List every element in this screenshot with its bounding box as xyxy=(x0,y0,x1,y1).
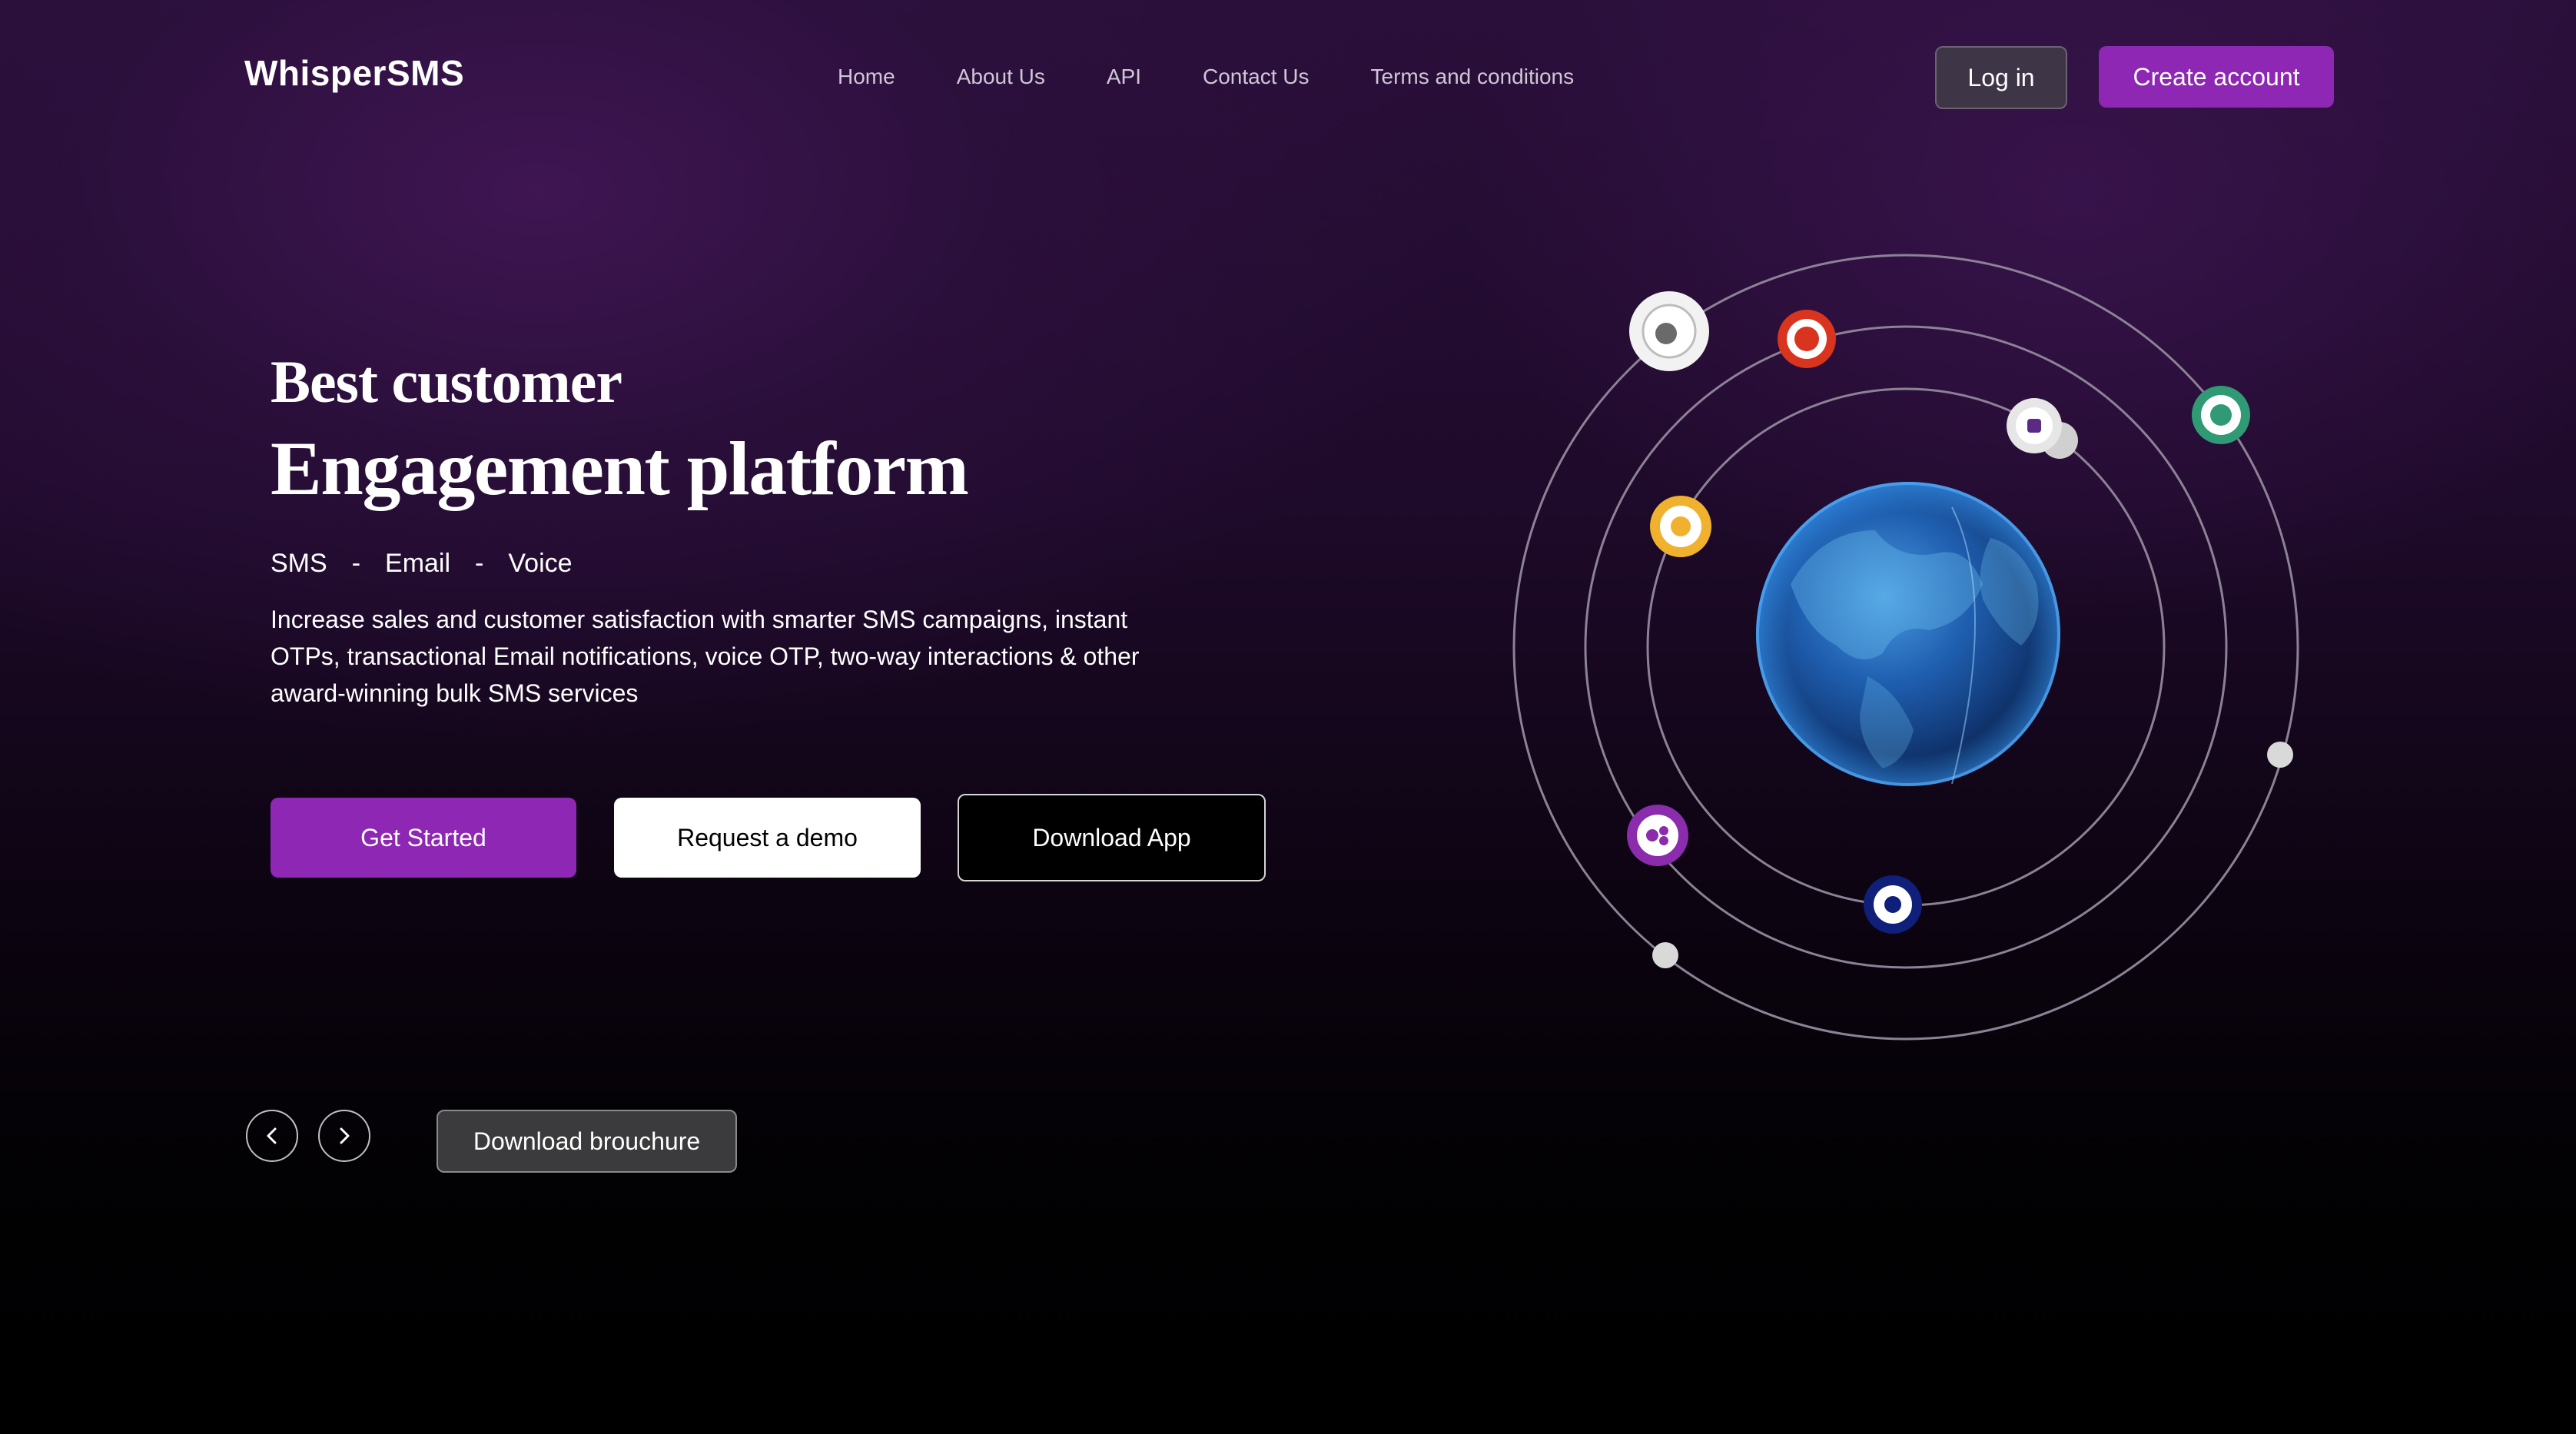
orbit-illustration xyxy=(1512,254,2299,1041)
carousel-prev-button[interactable] xyxy=(246,1110,298,1162)
channel-voice: Voice xyxy=(508,549,573,578)
nav-about-us[interactable]: About Us xyxy=(957,65,1045,89)
request-demo-button[interactable]: Request a demo xyxy=(614,798,921,878)
orbit-dot xyxy=(2267,742,2293,768)
globe-icon xyxy=(1756,482,2060,786)
nav-home[interactable]: Home xyxy=(838,65,895,89)
hero-title-line2: Engagement platform xyxy=(271,426,969,511)
nav-contact-us[interactable]: Contact Us xyxy=(1203,65,1310,89)
download-app-button[interactable]: Download App xyxy=(958,794,1266,881)
channel-email: Email xyxy=(385,549,451,578)
app-icon-red[interactable] xyxy=(1778,310,1836,368)
login-button[interactable]: Log in xyxy=(1935,46,2067,109)
carousel-next-button[interactable] xyxy=(318,1110,370,1162)
app-icon-navy[interactable] xyxy=(1864,875,1922,934)
app-icon-yellow[interactable] xyxy=(1650,496,1711,557)
download-brochure-button[interactable]: Download brouchure xyxy=(437,1110,737,1173)
channel-list: SMS - Email - Voice xyxy=(271,549,573,579)
nav-api[interactable]: API xyxy=(1107,65,1141,89)
app-icon-white[interactable] xyxy=(1629,291,1709,371)
main-nav: Home About Us API Contact Us Terms and c… xyxy=(838,65,1574,89)
channel-separator: - xyxy=(475,549,484,578)
app-icon-gray[interactable] xyxy=(2007,398,2078,459)
chevron-right-icon xyxy=(340,1127,350,1144)
app-icon-purple[interactable] xyxy=(1627,805,1688,866)
hero-title-line1: Best customer xyxy=(271,348,622,415)
logo[interactable]: WhisperSMS xyxy=(244,52,464,94)
orbit-dot xyxy=(1652,942,1678,968)
app-icon-green[interactable] xyxy=(2192,386,2250,444)
hero-description: Increase sales and customer satisfaction… xyxy=(271,606,1140,707)
nav-terms[interactable]: Terms and conditions xyxy=(1371,65,1575,89)
chevron-left-icon xyxy=(267,1127,277,1144)
create-account-button[interactable]: Create account xyxy=(2099,46,2334,108)
channel-sms: SMS xyxy=(271,549,327,578)
channel-separator: - xyxy=(351,549,361,578)
get-started-button[interactable]: Get Started xyxy=(271,798,576,878)
